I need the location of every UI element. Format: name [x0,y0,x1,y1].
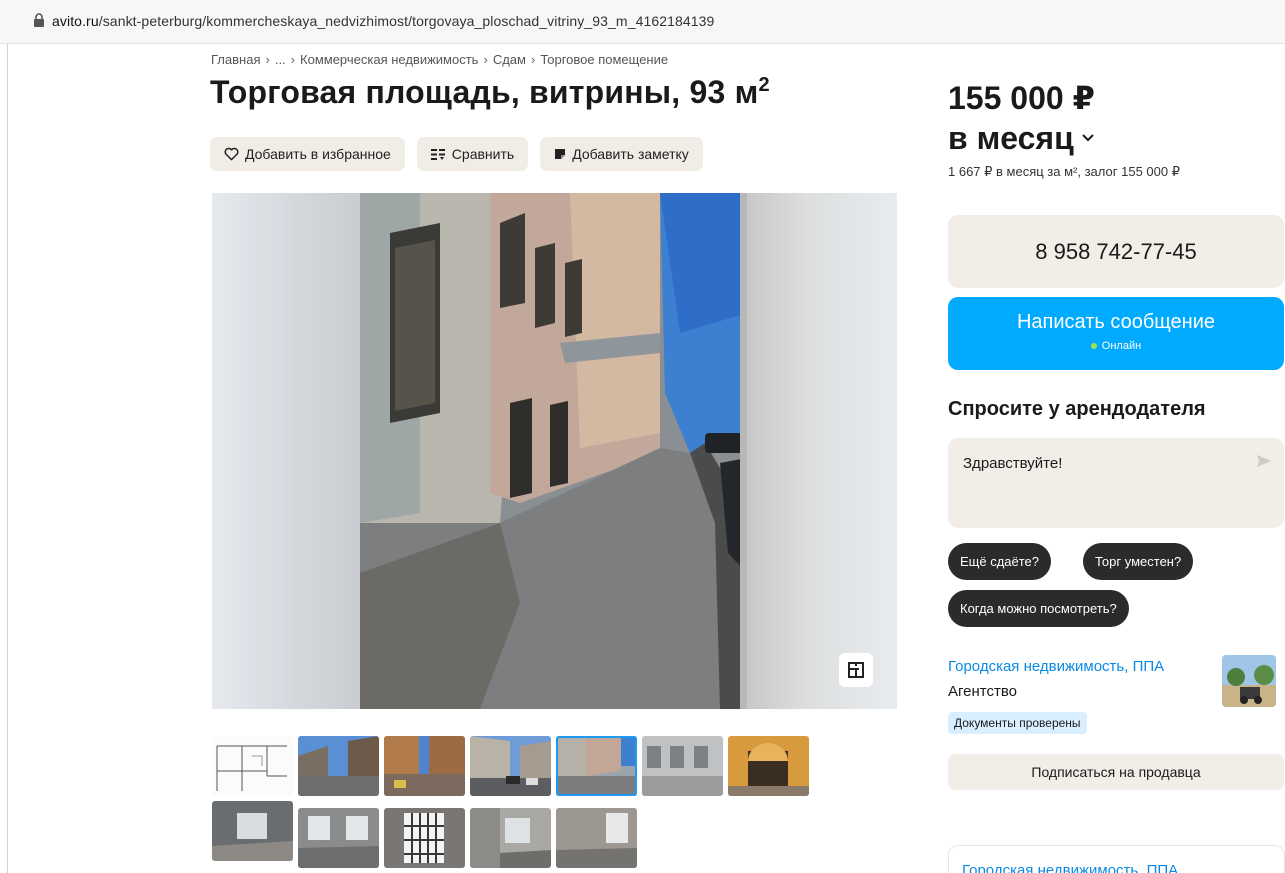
thumbnail-strip [212,736,892,868]
add-note-button[interactable]: Добавить заметку [540,137,703,171]
seller-avatar[interactable] [1222,655,1276,707]
thumbnail-floor-plan[interactable] [212,736,293,796]
browser-address-bar[interactable]: avito.ru/sankt-peterburg/kommercheskaya_… [0,0,1285,44]
documents-verified-badge: Документы проверены [948,712,1087,734]
breadcrumb-separator: › [290,52,296,67]
breadcrumb-item-ellipsis[interactable]: ... [275,52,286,67]
thumbnail-interior-4[interactable] [556,808,637,868]
compare-icon [430,148,445,160]
lock-icon [34,13,44,27]
thumbnail-interior-1[interactable] [212,801,293,861]
thumbnail-street-1[interactable] [298,736,379,796]
price-amount: 155 000 ₽ [948,80,1095,116]
price-details: 1 667 ₽ в месяц за м², залог 155 000 ₽ [948,164,1180,179]
listing-title-text: Торговая площадь, витрины, 93 м [210,74,759,110]
show-phone-button[interactable]: 8 958 742-77-45 [948,215,1284,288]
quick-question-when-view[interactable]: Когда можно посмотреть? [948,590,1129,627]
breadcrumb-separator: › [483,52,488,67]
compare-label: Сравнить [451,146,515,162]
send-icon[interactable] [1256,454,1272,468]
seller-card-bottom[interactable]: Городская недвижимость, ППА [948,845,1285,873]
thumbnail-interior-2[interactable] [298,808,379,868]
thumbnail-window-grate[interactable] [384,808,465,868]
chevron-down-icon [1082,134,1094,142]
thumbnail-facade[interactable] [642,736,723,796]
gallery-blur-left [212,193,362,709]
thumbnail-street-2[interactable] [384,736,465,796]
ask-message-text: Здравствуйте! [963,455,1063,472]
listing-title-superscript: 2 [758,74,770,96]
quick-question-bargain[interactable]: Торг уместен? [1083,543,1194,580]
online-status: Онлайн [948,340,1284,352]
url-path: /sankt-peterburg/kommercheskaya_nedvizhi… [98,13,715,29]
listing-title: Торговая площадь, витрины, 93 м2 [210,74,770,111]
floor-plan-icon [848,662,864,678]
gallery-blur-right [747,193,897,709]
breadcrumb: Главная ›... › Коммерческая недвижимость › Сд… [211,52,668,67]
ask-landlord-title: Спросите у арендодателя [948,398,1206,420]
thumbnail-street-4-active[interactable] [556,736,637,796]
add-to-favorites-button[interactable]: Добавить в избранное [210,137,405,171]
online-dot-icon [1090,343,1097,349]
main-photo[interactable] [360,193,747,709]
listing-actions: Добавить в избранное Сравнить Добавить з… [210,137,703,171]
compare-button[interactable]: Сравнить [416,137,529,171]
thumbnail-street-3[interactable] [470,736,551,796]
breadcrumb-item-category[interactable]: Коммерческая недвижимость [300,52,478,67]
seller-name-link[interactable]: Городская недвижимость, ППА [948,658,1164,675]
breadcrumb-item-home[interactable]: Главная [211,52,260,67]
ask-message-input[interactable]: Здравствуйте! [948,438,1284,528]
add-note-label: Добавить заметку [572,146,689,162]
breadcrumb-separator: › [530,52,536,67]
write-message-button[interactable]: Написать сообщение Онлайн [948,297,1284,370]
url-host: avito.ru [52,13,99,29]
online-label: Онлайн [1101,340,1142,352]
price-period-selector[interactable]: в месяц [948,118,1095,158]
price-block: 155 000 ₽ в месяц [948,78,1095,158]
add-to-favorites-label: Добавить в избранное [245,146,391,162]
window-edge [7,0,8,873]
seller-type: Агентство [948,683,1017,700]
breadcrumb-separator: › [265,52,270,67]
quick-question-still-renting[interactable]: Ещё сдаёте? [948,543,1052,580]
seller-card-bottom-name[interactable]: Городская недвижимость, ППА [962,862,1178,873]
price-period-label: в месяц [948,120,1074,156]
thumbnail-arch[interactable] [728,736,809,796]
subscribe-seller-button[interactable]: Подписаться на продавца [948,754,1284,790]
heart-icon [224,147,239,161]
write-message-label: Написать сообщение [1016,311,1215,333]
floor-plan-button[interactable] [839,653,873,687]
breadcrumb-item-type[interactable]: Торговое помещение [540,52,668,67]
breadcrumb-item-deal[interactable]: Сдам [493,52,526,67]
main-photo-gallery[interactable] [212,193,897,709]
url-text[interactable]: avito.ru/sankt-peterburg/kommercheskaya_… [52,13,714,29]
thumbnail-interior-3[interactable] [470,808,551,868]
note-icon [555,149,566,159]
